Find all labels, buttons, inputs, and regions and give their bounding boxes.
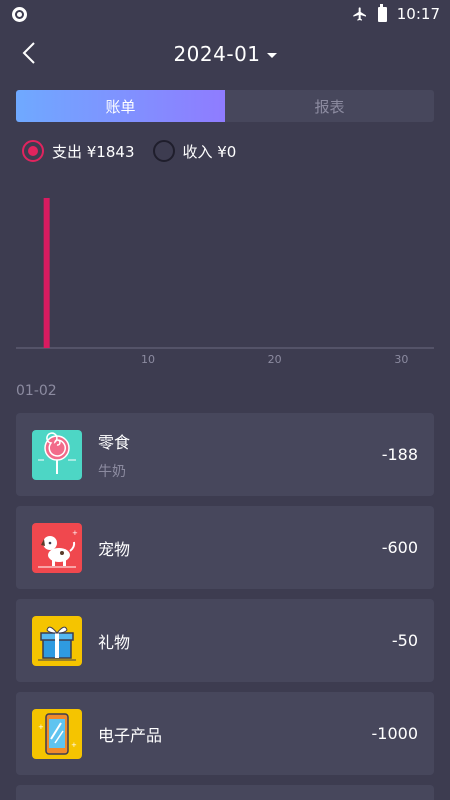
month-label: 2024-01	[173, 42, 261, 66]
daily-expense-chart: 10 20 30	[16, 180, 434, 370]
item-amount: -188	[381, 445, 418, 464]
lollipop-icon	[32, 429, 82, 480]
status-time: 10:17	[396, 5, 440, 23]
item-amount: -50	[391, 631, 418, 650]
chart-svg: 10 20 30	[16, 198, 434, 366]
dog-icon: +	[32, 522, 82, 573]
item-category: 宠物	[98, 539, 131, 559]
svg-text:+: +	[71, 741, 77, 749]
chart-bar	[43, 198, 50, 348]
status-right: 10:17	[352, 3, 440, 23]
type-filter: 支出 ¥1843 收入 ¥0	[22, 139, 236, 163]
caret-down-icon	[266, 53, 277, 58]
item-text: 礼物	[98, 629, 392, 653]
header: 2024-01	[0, 32, 450, 78]
list-item[interactable]: + + 电子产品 -1000	[16, 692, 434, 775]
item-category: 电子产品	[98, 725, 163, 745]
item-amount: -1000	[371, 724, 419, 743]
svg-text:+: +	[72, 529, 78, 537]
month-picker[interactable]: 2024-01	[0, 42, 450, 66]
notification-dot-icon	[12, 6, 27, 22]
status-bar: 10:17	[0, 0, 450, 28]
income-radio[interactable]	[152, 140, 175, 162]
tab-bar: 账单 报表	[16, 90, 434, 122]
item-note: 牛奶	[98, 463, 126, 480]
phone-icon: + +	[32, 708, 82, 759]
tab-report[interactable]: 报表	[225, 90, 434, 122]
transaction-list: 零食 牛奶 -188 + 宠物 -600 礼物 -50 + + 电子产品 -10…	[16, 413, 434, 800]
list-item[interactable]: 礼物 -50	[16, 599, 434, 682]
date-header: 01-02	[16, 383, 57, 399]
x-tick-label: 30	[394, 353, 408, 366]
tab-bills[interactable]: 账单	[16, 90, 225, 122]
x-tick-label: 10	[141, 353, 155, 366]
x-tick-label: 20	[268, 353, 282, 366]
item-category: 零食	[98, 432, 131, 452]
item-text: 零食 牛奶	[98, 429, 382, 481]
expense-radio[interactable]	[22, 140, 44, 162]
item-text: 宠物	[98, 536, 382, 560]
airplane-mode-icon	[353, 7, 366, 21]
battery-icon	[377, 3, 387, 22]
filter-expense[interactable]: 支出 ¥1843	[22, 140, 135, 162]
income-label: 收入 ¥0	[182, 142, 237, 161]
gift-icon	[32, 615, 82, 666]
list-item[interactable]	[16, 785, 434, 800]
list-item[interactable]: + 宠物 -600	[16, 506, 434, 589]
svg-text:+: +	[38, 723, 44, 731]
list-item[interactable]: 零食 牛奶 -188	[16, 413, 434, 496]
item-amount: -600	[381, 538, 418, 557]
item-text: 电子产品	[98, 722, 372, 746]
filter-income[interactable]: 收入 ¥0	[152, 140, 237, 162]
item-category: 礼物	[98, 632, 131, 652]
expense-label: 支出 ¥1843	[52, 142, 135, 161]
